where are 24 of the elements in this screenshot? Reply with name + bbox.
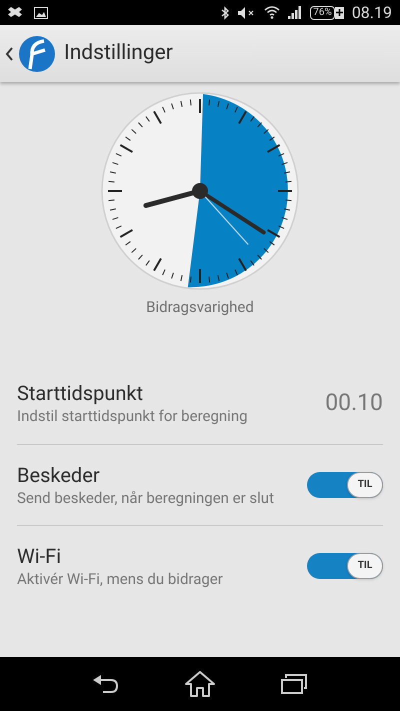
toggle-switch[interactable]: TIL [307, 472, 383, 498]
back-icon[interactable] [93, 674, 119, 694]
clock-caption: Bidragsvarighed [146, 297, 254, 318]
signal-icon [288, 6, 302, 19]
muted-speaker-icon [238, 6, 256, 18]
battery-indicator: 76% [310, 6, 335, 20]
image-icon [34, 6, 48, 18]
setting-title: Beskeder [17, 462, 101, 488]
wifi-icon [264, 6, 280, 19]
setting-description: Indstil starttidspunkt for beregning [17, 406, 249, 426]
toggle-switch[interactable]: TIL [307, 552, 383, 578]
charging-icon [334, 6, 344, 18]
setting-title: Wi-Fi [17, 542, 62, 568]
setting-value[interactable]: 00.10 [325, 386, 383, 420]
setting-description: Send beskeder, når beregningen er slut [17, 488, 275, 508]
home-icon[interactable] [185, 671, 215, 697]
setting-description: Aktivér Wi-Fi, mens du bidrager [17, 568, 224, 588]
app-logo-icon [18, 34, 56, 72]
recent-apps-icon[interactable] [281, 673, 307, 695]
screen-title: Indstillinger [64, 40, 173, 67]
setting-title: Starttidspunkt [17, 380, 144, 406]
back-chevron-icon[interactable] [4, 46, 14, 62]
clock-time: 08.19 [352, 2, 392, 24]
bluetooth-icon [220, 6, 230, 20]
